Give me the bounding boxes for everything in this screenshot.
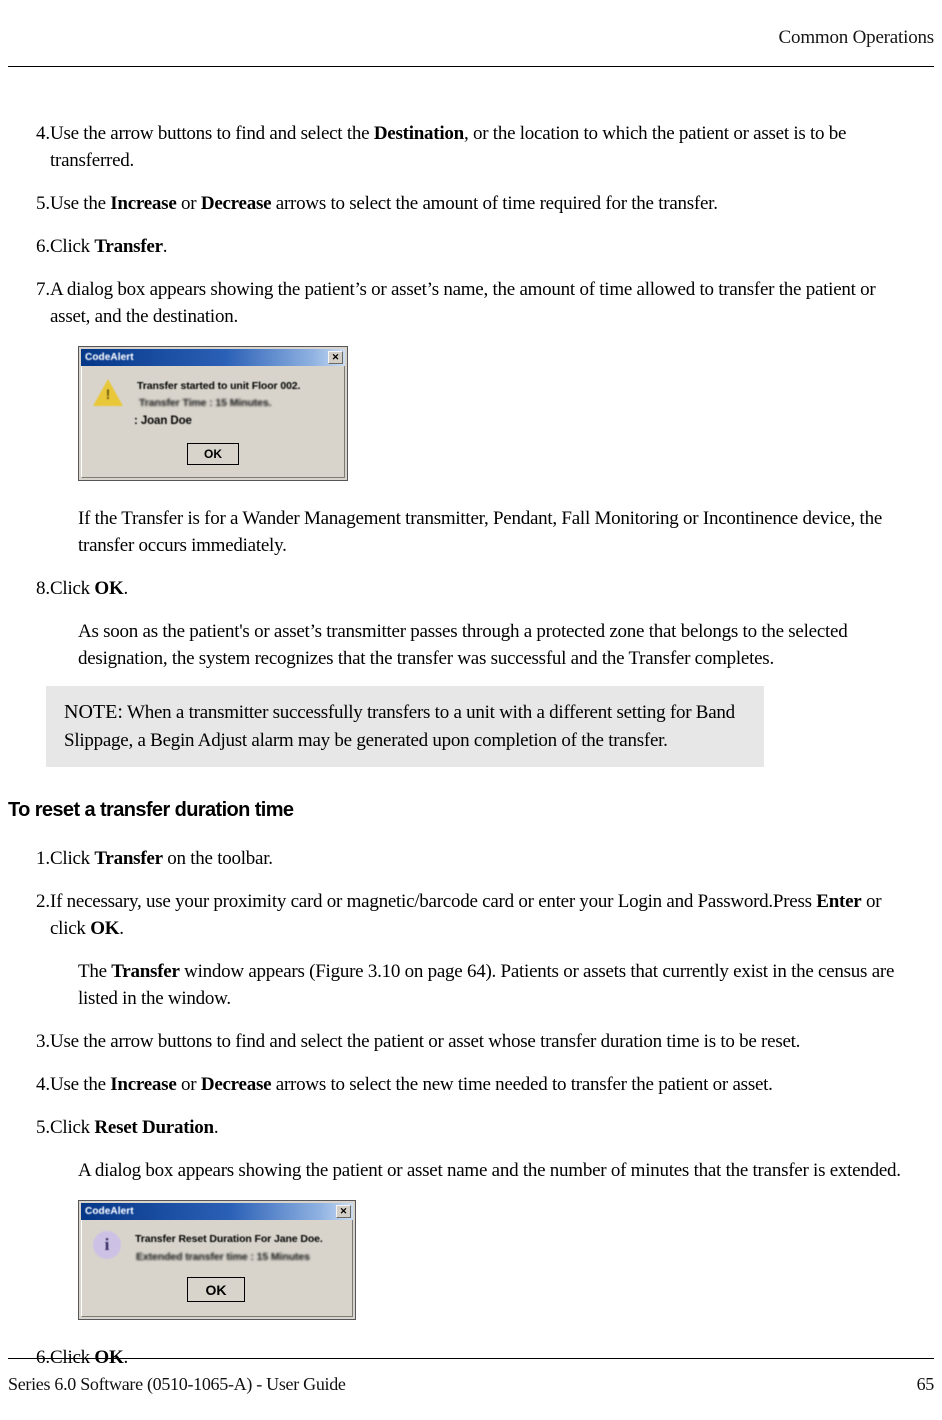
ok-button[interactable]: OK bbox=[186, 1276, 246, 1303]
running-header-title: Common Operations bbox=[778, 27, 935, 48]
step-text: Click OK. bbox=[50, 578, 128, 599]
steps-reset-list-2: 3. Use the arrow buttons to find and sel… bbox=[8, 1028, 934, 1141]
steps-reset-list: 1. Click Transfer on the toolbar. 2. If … bbox=[8, 845, 934, 942]
footer-divider bbox=[8, 1358, 934, 1359]
list-item: 1. Click Transfer on the toolbar. bbox=[8, 845, 934, 872]
close-icon[interactable]: ✕ bbox=[328, 351, 343, 364]
dialog-titlebar: CodeAlert ✕ bbox=[81, 1203, 353, 1220]
step-number: 8. bbox=[36, 578, 51, 599]
paragraph-dialog-reset: A dialog box appears showing the patient… bbox=[78, 1160, 901, 1181]
dialog-title: CodeAlert bbox=[85, 352, 134, 363]
list-item: 8. Click OK. bbox=[8, 575, 934, 602]
step-number: 6. bbox=[36, 236, 51, 257]
dialog-window: CodeAlert ✕ i Transfer Reset Duration Fo… bbox=[78, 1200, 356, 1320]
page-title: To reset a transfer duration time bbox=[8, 799, 294, 821]
step-text: Click Transfer. bbox=[50, 236, 168, 257]
list-item: 5. Click Reset Duration. bbox=[8, 1114, 934, 1141]
dialog-titlebar: CodeAlert ✕ bbox=[81, 349, 345, 366]
list-item: 6. Click Transfer. bbox=[8, 233, 934, 260]
note-text: When a transmitter successfully transfer… bbox=[64, 702, 735, 751]
warning-triangle-icon bbox=[93, 379, 123, 409]
step-text: Click Reset Duration. bbox=[50, 1117, 219, 1138]
step-text: Use the arrow buttons to find and select… bbox=[50, 1031, 801, 1052]
step-text: Click Transfer on the toolbar. bbox=[50, 848, 273, 869]
list-item: 4. Use the Increase or Decrease arrows t… bbox=[8, 1071, 934, 1098]
paragraph-wander-management: If the Transfer is for a Wander Manageme… bbox=[78, 508, 883, 556]
paragraph-transfer-window: The Transfer window appears (Figure 3.10… bbox=[78, 961, 895, 1009]
page-footer: Series 6.0 Software (0510-1065-A) - User… bbox=[8, 1358, 934, 1402]
step-text: A dialog box appears showing the patient… bbox=[50, 279, 876, 327]
page-header: Common Operations bbox=[8, 26, 935, 67]
step-number: 4. bbox=[36, 1074, 51, 1095]
step-text: Use the Increase or Decrease arrows to s… bbox=[50, 1074, 773, 1095]
information-icon: i bbox=[93, 1231, 123, 1261]
ok-button[interactable]: OK bbox=[186, 442, 240, 466]
note-label: NOTE: bbox=[64, 701, 123, 723]
step-text: If necessary, use your proximity card or… bbox=[50, 891, 882, 939]
step-number: 3. bbox=[36, 1031, 51, 1052]
close-icon[interactable]: ✕ bbox=[336, 1205, 351, 1218]
document-page: Common Operations 4. Use the arrow butto… bbox=[0, 0, 942, 1420]
dialog-title: CodeAlert bbox=[85, 1206, 134, 1217]
step-number: 4. bbox=[36, 123, 51, 144]
list-item: 5. Use the Increase or Decrease arrows t… bbox=[8, 190, 934, 217]
figure-dialog-reset-duration: CodeAlert ✕ i Transfer Reset Duration Fo… bbox=[78, 1200, 356, 1320]
paragraph-transfer-completes: As soon as the patient's or asset’s tran… bbox=[78, 621, 848, 669]
dialog-message-line-2: Transfer Time : 15 Minutes. bbox=[139, 397, 272, 409]
step-text: Use the arrow buttons to find and select… bbox=[50, 123, 847, 171]
step-number: 1. bbox=[36, 848, 51, 869]
dialog-window: CodeAlert ✕ Transfer started to unit Flo… bbox=[78, 346, 348, 481]
step-number: 2. bbox=[36, 891, 51, 912]
list-item: 2. If necessary, use your proximity card… bbox=[8, 888, 934, 942]
dialog-message-line-1: Transfer Reset Duration For Jane Doe. bbox=[135, 1233, 323, 1245]
step-number: 5. bbox=[36, 193, 51, 214]
step-number: 7. bbox=[36, 279, 51, 300]
steps-transfer-list: 4. Use the arrow buttons to find and sel… bbox=[8, 120, 934, 330]
dialog-message-line-2: Extended transfer time : 15 Minutes bbox=[136, 1251, 310, 1263]
list-item: 4. Use the arrow buttons to find and sel… bbox=[8, 120, 934, 174]
figure-dialog-transfer-started: CodeAlert ✕ Transfer started to unit Flo… bbox=[78, 346, 348, 481]
header-divider bbox=[8, 66, 934, 67]
dialog-message-line-1: Transfer started to unit Floor 002. bbox=[137, 380, 301, 392]
page-content: 4. Use the arrow buttons to find and sel… bbox=[8, 120, 934, 1387]
footer-page-number: 65 bbox=[916, 1374, 935, 1394]
step-number: 5. bbox=[36, 1117, 51, 1138]
note-callout: NOTE: When a transmitter successfully tr… bbox=[46, 686, 764, 767]
list-item: 3. Use the arrow buttons to find and sel… bbox=[8, 1028, 934, 1055]
dialog-message-line-3: : Joan Doe bbox=[134, 415, 192, 427]
step-text: Use the Increase or Decrease arrows to s… bbox=[50, 193, 718, 214]
list-item: 7. A dialog box appears showing the pati… bbox=[8, 276, 934, 330]
footer-document-title: Series 6.0 Software (0510-1065-A) - User… bbox=[8, 1374, 346, 1394]
